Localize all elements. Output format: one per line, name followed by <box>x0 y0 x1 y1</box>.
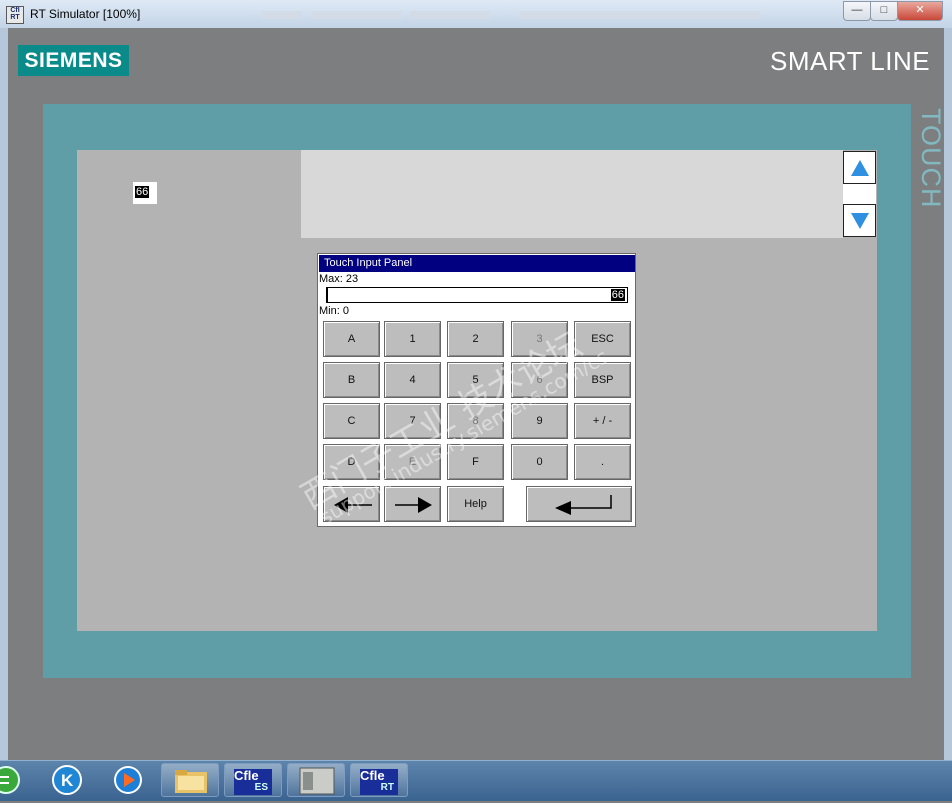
min-label: Min: 0 <box>319 305 349 317</box>
key-b[interactable]: B <box>323 362 380 398</box>
key-6[interactable]: 6 <box>511 362 568 398</box>
enter-button[interactable] <box>526 486 632 522</box>
key-bsp[interactable]: BSP <box>574 362 631 398</box>
ghost-toolbar <box>410 11 490 19</box>
key-9[interactable]: 9 <box>511 403 568 439</box>
arrow-down-icon <box>851 213 869 229</box>
key-c[interactable]: C <box>323 403 380 439</box>
enter-icon <box>555 495 612 515</box>
close-button[interactable]: ✕ <box>897 1 943 21</box>
cursor-right-button[interactable] <box>384 486 441 522</box>
taskbar-media-player[interactable] <box>108 763 148 797</box>
arrow-right-icon <box>395 497 432 513</box>
key-1[interactable]: 1 <box>384 321 441 357</box>
key-d[interactable]: D <box>323 444 380 480</box>
taskbar-explorer[interactable] <box>161 763 219 797</box>
arrow-left-icon <box>334 497 372 513</box>
io-field[interactable]: 66 <box>133 182 157 204</box>
help-button[interactable]: Help <box>447 486 504 522</box>
key-7[interactable]: 7 <box>384 403 441 439</box>
key-8[interactable]: 8 <box>447 403 504 439</box>
svg-text:K: K <box>61 771 74 790</box>
key-plus-minus[interactable]: + / - <box>574 403 631 439</box>
scroll-down-button[interactable] <box>843 204 876 237</box>
key-esc[interactable]: ESC <box>574 321 631 357</box>
taskbar-window-preview[interactable] <box>287 763 345 797</box>
siemens-logo: SIEMENS <box>18 45 129 76</box>
window-frame-left <box>0 28 8 760</box>
key-e[interactable]: E <box>384 444 441 480</box>
k-app-icon: K <box>52 765 82 795</box>
key-2[interactable]: 2 <box>447 321 504 357</box>
touch-label: TOUCH <box>913 108 946 218</box>
ghost-toolbar <box>262 11 302 19</box>
scroll-track[interactable] <box>843 184 876 205</box>
folder-icon <box>175 770 207 793</box>
key-4[interactable]: 4 <box>384 362 441 398</box>
key-a[interactable]: A <box>323 321 380 357</box>
cflex-rt-icon: Cfle RT <box>360 769 398 795</box>
taskbar-k-app[interactable]: K <box>48 763 88 797</box>
model-label: SMART LINE <box>770 46 931 76</box>
max-label: Max: 23 <box>319 273 359 285</box>
maximize-button[interactable]: □ <box>870 1 898 21</box>
taskbar-cflex-rt[interactable]: Cfle RT <box>350 763 408 797</box>
taskbar-sync[interactable] <box>0 763 34 797</box>
cursor-left-button[interactable] <box>323 486 380 522</box>
key-5[interactable]: 5 <box>447 362 504 398</box>
touch-label-text: TOUCH <box>916 108 946 209</box>
key-3[interactable]: 3 <box>511 321 568 357</box>
key-0[interactable]: 0 <box>511 444 568 480</box>
key-f[interactable]: F <box>447 444 504 480</box>
taskbar-cflex-es[interactable]: Cfle ES <box>224 763 282 797</box>
arrow-up-icon <box>851 160 869 176</box>
message-area <box>301 150 843 238</box>
ghost-toolbar <box>520 11 760 19</box>
ghost-toolbar <box>312 11 402 19</box>
panel-title: Touch Input Panel <box>319 255 635 272</box>
app-icon: CfI RT <box>6 6 24 24</box>
green-circle-icon <box>0 766 20 794</box>
value-input[interactable]: 66 <box>326 287 628 303</box>
play-icon <box>114 766 142 794</box>
window-title: RT Simulator [100%] <box>30 7 141 21</box>
cflex-es-icon: Cfle ES <box>234 769 272 795</box>
window-icon <box>299 767 335 795</box>
value-text: 66 <box>610 289 625 301</box>
io-field-value: 66 <box>135 186 150 198</box>
key-dot[interactable]: . <box>574 444 631 480</box>
minimize-button[interactable]: — <box>843 1 871 21</box>
scroll-up-button[interactable] <box>843 151 876 184</box>
